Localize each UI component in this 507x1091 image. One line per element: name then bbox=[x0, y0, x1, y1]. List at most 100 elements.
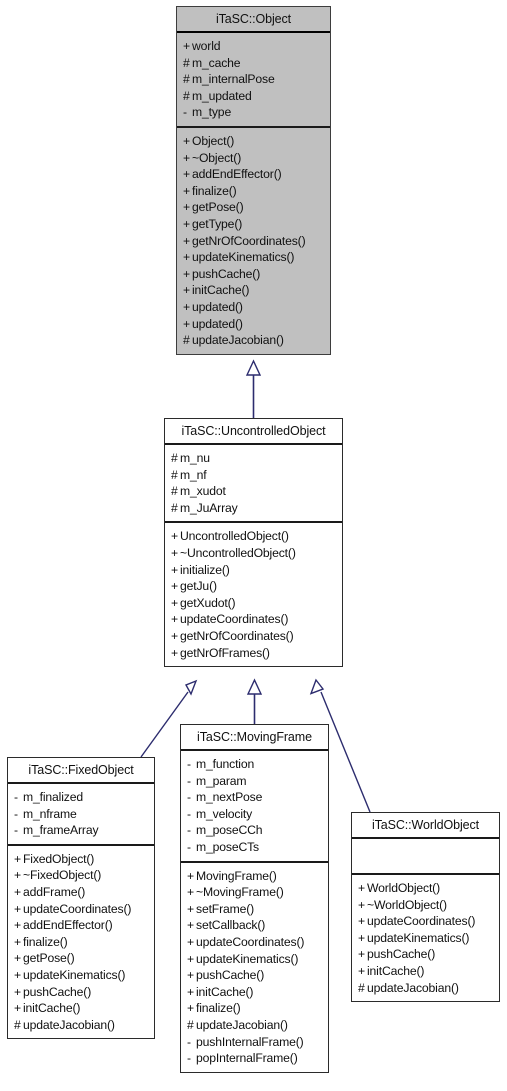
member-name: m_function bbox=[196, 757, 255, 771]
visibility-marker: # bbox=[171, 451, 178, 465]
class-member: - m_nextPose bbox=[187, 789, 326, 806]
class-member: # updateJacobian() bbox=[358, 980, 497, 997]
visibility-marker: - bbox=[187, 757, 191, 771]
member-name: getXudot() bbox=[180, 595, 236, 610]
class-member: + getType() bbox=[183, 216, 328, 233]
visibility-marker: # bbox=[171, 484, 178, 499]
visibility-marker: + bbox=[171, 529, 178, 544]
visibility-marker: # bbox=[14, 1017, 21, 1032]
class-member: + pushCache() bbox=[187, 967, 326, 984]
member-name: finalize() bbox=[196, 1001, 241, 1016]
visibility-marker: + bbox=[183, 266, 190, 281]
visibility-marker: + bbox=[14, 984, 21, 999]
member-name: ~FixedObject() bbox=[23, 868, 102, 883]
class-member: - m_velocity bbox=[187, 806, 326, 823]
class-member: + pushCache() bbox=[358, 946, 497, 963]
class-member: + ~Object() bbox=[183, 150, 328, 167]
class-attributes-uncontrolled-object: # m_nu # m_nf # m_xudot # m_JuArray bbox=[165, 445, 342, 524]
visibility-marker: # bbox=[171, 500, 178, 515]
visibility-marker: + bbox=[183, 299, 190, 314]
class-member: + initCache() bbox=[183, 282, 328, 299]
member-name: WorldObject() bbox=[367, 881, 440, 895]
member-name: updateJacobian() bbox=[367, 980, 459, 995]
visibility-marker: + bbox=[187, 951, 194, 966]
class-member: + getJu() bbox=[171, 578, 340, 595]
class-box-fixed-object[interactable]: iTaSC::FixedObject - m_finalized - m_nfram… bbox=[7, 757, 155, 1040]
member-name: initialize() bbox=[180, 562, 230, 577]
class-member: + setCallback() bbox=[187, 917, 326, 934]
member-name: updateCoordinates() bbox=[367, 914, 476, 929]
class-member: + ~MovingFrame() bbox=[187, 884, 326, 901]
class-member: + updateCoordinates() bbox=[14, 901, 152, 918]
visibility-marker: + bbox=[183, 200, 190, 215]
uml-inheritance-diagram: iTaSC::Object + world # m_cache # m_interna… bbox=[0, 0, 507, 1091]
visibility-marker: + bbox=[171, 645, 178, 660]
member-name: m_internalPose bbox=[192, 72, 275, 87]
visibility-marker: - bbox=[187, 773, 191, 788]
visibility-marker: # bbox=[187, 1017, 194, 1032]
member-name: m_JuArray bbox=[180, 500, 238, 515]
member-name: getPose() bbox=[23, 951, 75, 966]
member-name: pushCache() bbox=[192, 266, 261, 281]
member-name: pushInternalFrame() bbox=[196, 1034, 304, 1049]
class-box-uncontrolled-object[interactable]: iTaSC::UncontrolledObject # m_nu # m_nf # m… bbox=[164, 418, 343, 668]
visibility-marker: + bbox=[183, 183, 190, 198]
member-name: popInternalFrame() bbox=[196, 1051, 298, 1066]
visibility-marker: + bbox=[171, 612, 178, 627]
class-member: + updateKinematics() bbox=[14, 967, 152, 984]
member-name: initCache() bbox=[196, 984, 254, 999]
class-member: - m_finalized bbox=[14, 789, 152, 806]
class-box-moving-frame[interactable]: iTaSC::MovingFrame - m_function - m_param … bbox=[180, 724, 329, 1073]
visibility-marker: + bbox=[187, 934, 194, 949]
member-name: MovingFrame() bbox=[196, 868, 277, 883]
visibility-marker: + bbox=[183, 133, 190, 148]
visibility-marker: + bbox=[14, 851, 21, 866]
visibility-marker: + bbox=[358, 930, 365, 945]
class-member: + FixedObject() bbox=[14, 851, 152, 868]
member-name: m_type bbox=[192, 105, 232, 120]
member-name: m_finalized bbox=[23, 790, 83, 804]
visibility-marker: + bbox=[14, 967, 21, 982]
visibility-marker: + bbox=[187, 1001, 194, 1016]
visibility-marker: + bbox=[171, 595, 178, 610]
member-name: addFrame() bbox=[23, 884, 86, 899]
member-name: addEndEffector() bbox=[23, 918, 113, 933]
class-member: + ~WorldObject() bbox=[358, 897, 497, 914]
inheritance-edge-moving-to-uncontrolled bbox=[246, 678, 263, 724]
member-name: updateCoordinates() bbox=[196, 934, 305, 949]
visibility-marker: + bbox=[358, 963, 365, 978]
member-name: m_updated bbox=[192, 88, 252, 103]
member-name: getNrOfCoordinates() bbox=[180, 628, 294, 643]
class-member: + getNrOfFrames() bbox=[171, 645, 340, 662]
visibility-marker: - bbox=[187, 1051, 191, 1066]
class-box-object[interactable]: iTaSC::Object + world # m_cache # m_interna… bbox=[176, 6, 331, 355]
visibility-marker: # bbox=[358, 980, 365, 995]
class-member: + setFrame() bbox=[187, 901, 326, 918]
visibility-marker: + bbox=[187, 984, 194, 999]
member-name: m_poseCTs bbox=[196, 839, 259, 854]
class-member: # m_updated bbox=[183, 88, 328, 105]
visibility-marker: + bbox=[171, 562, 178, 577]
visibility-marker: + bbox=[171, 628, 178, 643]
class-member: + finalize() bbox=[14, 934, 152, 951]
member-name: addEndEffector() bbox=[192, 167, 282, 182]
visibility-marker: + bbox=[187, 885, 194, 900]
visibility-marker: - bbox=[14, 790, 18, 804]
visibility-marker: + bbox=[358, 914, 365, 929]
class-member: + getNrOfCoordinates() bbox=[171, 628, 340, 645]
member-name: m_xudot bbox=[180, 484, 226, 499]
member-name: m_nf bbox=[180, 467, 207, 482]
visibility-marker: - bbox=[187, 806, 191, 821]
class-methods-moving-frame: + MovingFrame() + ~MovingFrame() + setFrame… bbox=[181, 863, 328, 1072]
visibility-marker: + bbox=[183, 150, 190, 165]
class-methods-object: + Object() + ~Object() + addEndEffector() +… bbox=[177, 128, 330, 354]
class-box-world-object[interactable]: iTaSC::WorldObject + WorldObject() + ~Worl… bbox=[351, 812, 500, 1003]
member-name: updateJacobian() bbox=[192, 333, 284, 348]
visibility-marker: + bbox=[187, 868, 194, 883]
visibility-marker: + bbox=[14, 901, 21, 916]
member-name: updateKinematics() bbox=[192, 250, 295, 265]
visibility-marker: - bbox=[187, 823, 191, 838]
visibility-marker: + bbox=[187, 968, 194, 983]
member-name: getNrOfFrames() bbox=[180, 645, 270, 660]
class-member: + updateKinematics() bbox=[183, 249, 328, 266]
